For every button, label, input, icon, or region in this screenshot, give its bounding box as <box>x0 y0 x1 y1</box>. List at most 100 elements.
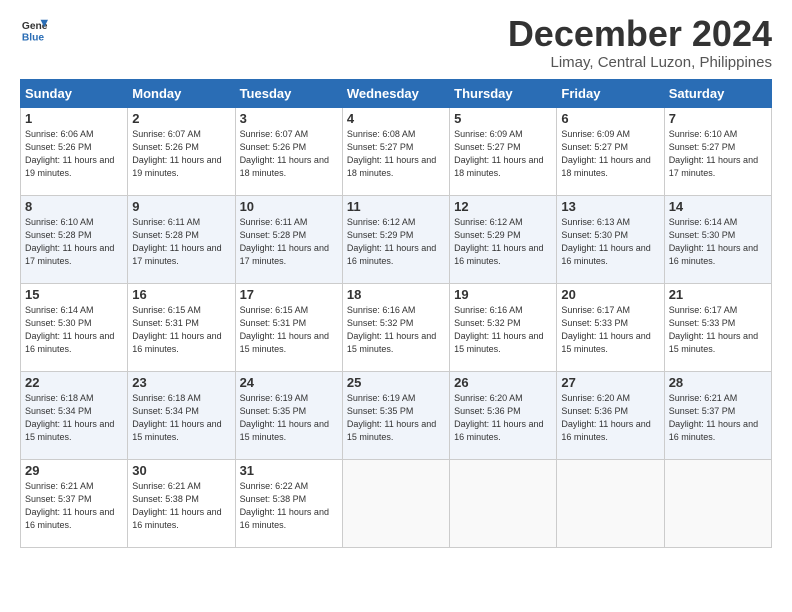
calendar-cell: 15 Sunrise: 6:14 AMSunset: 5:30 PMDayligh… <box>21 284 128 372</box>
day-number: 25 <box>347 375 445 390</box>
calendar-cell: 3 Sunrise: 6:07 AMSunset: 5:26 PMDaylight… <box>235 108 342 196</box>
calendar-cell: 4Sunrise: 6:08 AMSunset: 5:27 PMDaylight… <box>342 108 449 196</box>
calendar-cell: 10 Sunrise: 6:11 AMSunset: 5:28 PMDayligh… <box>235 196 342 284</box>
day-number: 8 <box>25 199 123 214</box>
day-info: Sunrise: 6:21 AMSunset: 5:37 PMDaylight:… <box>25 481 114 530</box>
location: Limay, Central Luzon, Philippines <box>508 54 772 71</box>
day-info: Sunrise: 6:12 AMSunset: 5:29 PMDaylight:… <box>347 217 436 266</box>
calendar-cell: 28 Sunrise: 6:21 AMSunset: 5:37 PMDayligh… <box>664 372 771 460</box>
calendar-header-row: SundayMondayTuesdayWednesdayThursdayFrid… <box>21 80 772 108</box>
page: General Blue December 2024 Limay, Centra… <box>0 0 792 558</box>
day-number: 19 <box>454 287 552 302</box>
day-info: Sunrise: 6:17 AMSunset: 5:33 PMDaylight:… <box>669 305 758 354</box>
day-info: Sunrise: 6:15 AMSunset: 5:31 PMDaylight:… <box>240 305 329 354</box>
day-info: Sunrise: 6:18 AMSunset: 5:34 PMDaylight:… <box>25 393 114 442</box>
svg-text:Blue: Blue <box>22 32 45 43</box>
calendar-cell: 14 Sunrise: 6:14 AMSunset: 5:30 PMDayligh… <box>664 196 771 284</box>
calendar-week-row: 1 Sunrise: 6:06 AMSunset: 5:26 PMDaylight… <box>21 108 772 196</box>
calendar-cell: 29 Sunrise: 6:21 AMSunset: 5:37 PMDayligh… <box>21 460 128 548</box>
calendar-cell: 17 Sunrise: 6:15 AMSunset: 5:31 PMDayligh… <box>235 284 342 372</box>
day-info: Sunrise: 6:12 AMSunset: 5:29 PMDaylight:… <box>454 217 543 266</box>
day-number: 6 <box>561 111 659 126</box>
calendar-week-row: 22 Sunrise: 6:18 AMSunset: 5:34 PMDayligh… <box>21 372 772 460</box>
calendar-cell: 27Sunrise: 6:20 AMSunset: 5:36 PMDayligh… <box>557 372 664 460</box>
day-info: Sunrise: 6:09 AMSunset: 5:27 PMDaylight:… <box>454 129 543 178</box>
day-info: Sunrise: 6:11 AMSunset: 5:28 PMDaylight:… <box>240 217 329 266</box>
day-number: 3 <box>240 111 338 126</box>
day-number: 9 <box>132 199 230 214</box>
day-number: 31 <box>240 463 338 478</box>
day-info: Sunrise: 6:07 AMSunset: 5:26 PMDaylight:… <box>132 129 221 178</box>
logo-icon: General Blue <box>20 16 48 44</box>
day-info: Sunrise: 6:11 AMSunset: 5:28 PMDaylight:… <box>132 217 221 266</box>
calendar-cell: 6 Sunrise: 6:09 AMSunset: 5:27 PMDaylight… <box>557 108 664 196</box>
calendar-body: 1 Sunrise: 6:06 AMSunset: 5:26 PMDaylight… <box>21 108 772 548</box>
calendar-cell: 25 Sunrise: 6:19 AMSunset: 5:35 PMDayligh… <box>342 372 449 460</box>
day-info: Sunrise: 6:21 AMSunset: 5:37 PMDaylight:… <box>669 393 758 442</box>
calendar-cell <box>557 460 664 548</box>
calendar-cell: 31 Sunrise: 6:22 AMSunset: 5:38 PMDayligh… <box>235 460 342 548</box>
day-number: 21 <box>669 287 767 302</box>
day-info: Sunrise: 6:15 AMSunset: 5:31 PMDaylight:… <box>132 305 221 354</box>
day-info: Sunrise: 6:21 AMSunset: 5:38 PMDaylight:… <box>132 481 221 530</box>
day-number: 15 <box>25 287 123 302</box>
calendar-cell: 12 Sunrise: 6:12 AMSunset: 5:29 PMDayligh… <box>450 196 557 284</box>
day-number: 17 <box>240 287 338 302</box>
calendar-cell <box>664 460 771 548</box>
calendar-cell: 22 Sunrise: 6:18 AMSunset: 5:34 PMDayligh… <box>21 372 128 460</box>
day-info: Sunrise: 6:09 AMSunset: 5:27 PMDaylight:… <box>561 129 650 178</box>
day-info: Sunrise: 6:19 AMSunset: 5:35 PMDaylight:… <box>347 393 436 442</box>
header: General Blue December 2024 Limay, Centra… <box>20 16 772 71</box>
calendar-cell: 24 Sunrise: 6:19 AMSunset: 5:35 PMDayligh… <box>235 372 342 460</box>
day-number: 30 <box>132 463 230 478</box>
header-cell-monday: Monday <box>128 80 235 108</box>
day-number: 7 <box>669 111 767 126</box>
day-info: Sunrise: 6:19 AMSunset: 5:35 PMDaylight:… <box>240 393 329 442</box>
header-cell-thursday: Thursday <box>450 80 557 108</box>
title-area: December 2024 Limay, Central Luzon, Phil… <box>508 16 772 71</box>
calendar-cell: 19 Sunrise: 6:16 AMSunset: 5:32 PMDayligh… <box>450 284 557 372</box>
day-number: 26 <box>454 375 552 390</box>
header-cell-sunday: Sunday <box>21 80 128 108</box>
day-info: Sunrise: 6:07 AMSunset: 5:26 PMDaylight:… <box>240 129 329 178</box>
calendar-week-row: 29 Sunrise: 6:21 AMSunset: 5:37 PMDayligh… <box>21 460 772 548</box>
calendar-cell: 9 Sunrise: 6:11 AMSunset: 5:28 PMDaylight… <box>128 196 235 284</box>
day-number: 12 <box>454 199 552 214</box>
day-info: Sunrise: 6:18 AMSunset: 5:34 PMDaylight:… <box>132 393 221 442</box>
day-number: 23 <box>132 375 230 390</box>
header-cell-friday: Friday <box>557 80 664 108</box>
header-cell-wednesday: Wednesday <box>342 80 449 108</box>
day-info: Sunrise: 6:06 AMSunset: 5:26 PMDaylight:… <box>25 129 114 178</box>
day-number: 29 <box>25 463 123 478</box>
day-info: Sunrise: 6:08 AMSunset: 5:27 PMDaylight:… <box>347 129 436 178</box>
calendar-cell: 23 Sunrise: 6:18 AMSunset: 5:34 PMDayligh… <box>128 372 235 460</box>
day-number: 2 <box>132 111 230 126</box>
day-number: 22 <box>25 375 123 390</box>
day-info: Sunrise: 6:16 AMSunset: 5:32 PMDaylight:… <box>454 305 543 354</box>
day-info: Sunrise: 6:13 AMSunset: 5:30 PMDaylight:… <box>561 217 650 266</box>
day-number: 1 <box>25 111 123 126</box>
calendar-cell: 21 Sunrise: 6:17 AMSunset: 5:33 PMDayligh… <box>664 284 771 372</box>
calendar-cell: 5Sunrise: 6:09 AMSunset: 5:27 PMDaylight… <box>450 108 557 196</box>
day-info: Sunrise: 6:10 AMSunset: 5:27 PMDaylight:… <box>669 129 758 178</box>
calendar-week-row: 8 Sunrise: 6:10 AMSunset: 5:28 PMDaylight… <box>21 196 772 284</box>
calendar-cell: 20Sunrise: 6:17 AMSunset: 5:33 PMDayligh… <box>557 284 664 372</box>
calendar-cell: 13Sunrise: 6:13 AMSunset: 5:30 PMDayligh… <box>557 196 664 284</box>
day-info: Sunrise: 6:20 AMSunset: 5:36 PMDaylight:… <box>454 393 543 442</box>
header-cell-saturday: Saturday <box>664 80 771 108</box>
calendar-cell: 1 Sunrise: 6:06 AMSunset: 5:26 PMDaylight… <box>21 108 128 196</box>
day-number: 14 <box>669 199 767 214</box>
calendar-cell: 8 Sunrise: 6:10 AMSunset: 5:28 PMDaylight… <box>21 196 128 284</box>
logo: General Blue <box>20 16 48 44</box>
day-number: 28 <box>669 375 767 390</box>
calendar-cell: 11Sunrise: 6:12 AMSunset: 5:29 PMDayligh… <box>342 196 449 284</box>
day-number: 24 <box>240 375 338 390</box>
day-info: Sunrise: 6:14 AMSunset: 5:30 PMDaylight:… <box>25 305 114 354</box>
calendar-table: SundayMondayTuesdayWednesdayThursdayFrid… <box>20 79 772 548</box>
day-info: Sunrise: 6:14 AMSunset: 5:30 PMDaylight:… <box>669 217 758 266</box>
day-number: 20 <box>561 287 659 302</box>
day-number: 10 <box>240 199 338 214</box>
day-number: 18 <box>347 287 445 302</box>
day-info: Sunrise: 6:10 AMSunset: 5:28 PMDaylight:… <box>25 217 114 266</box>
day-info: Sunrise: 6:22 AMSunset: 5:38 PMDaylight:… <box>240 481 329 530</box>
